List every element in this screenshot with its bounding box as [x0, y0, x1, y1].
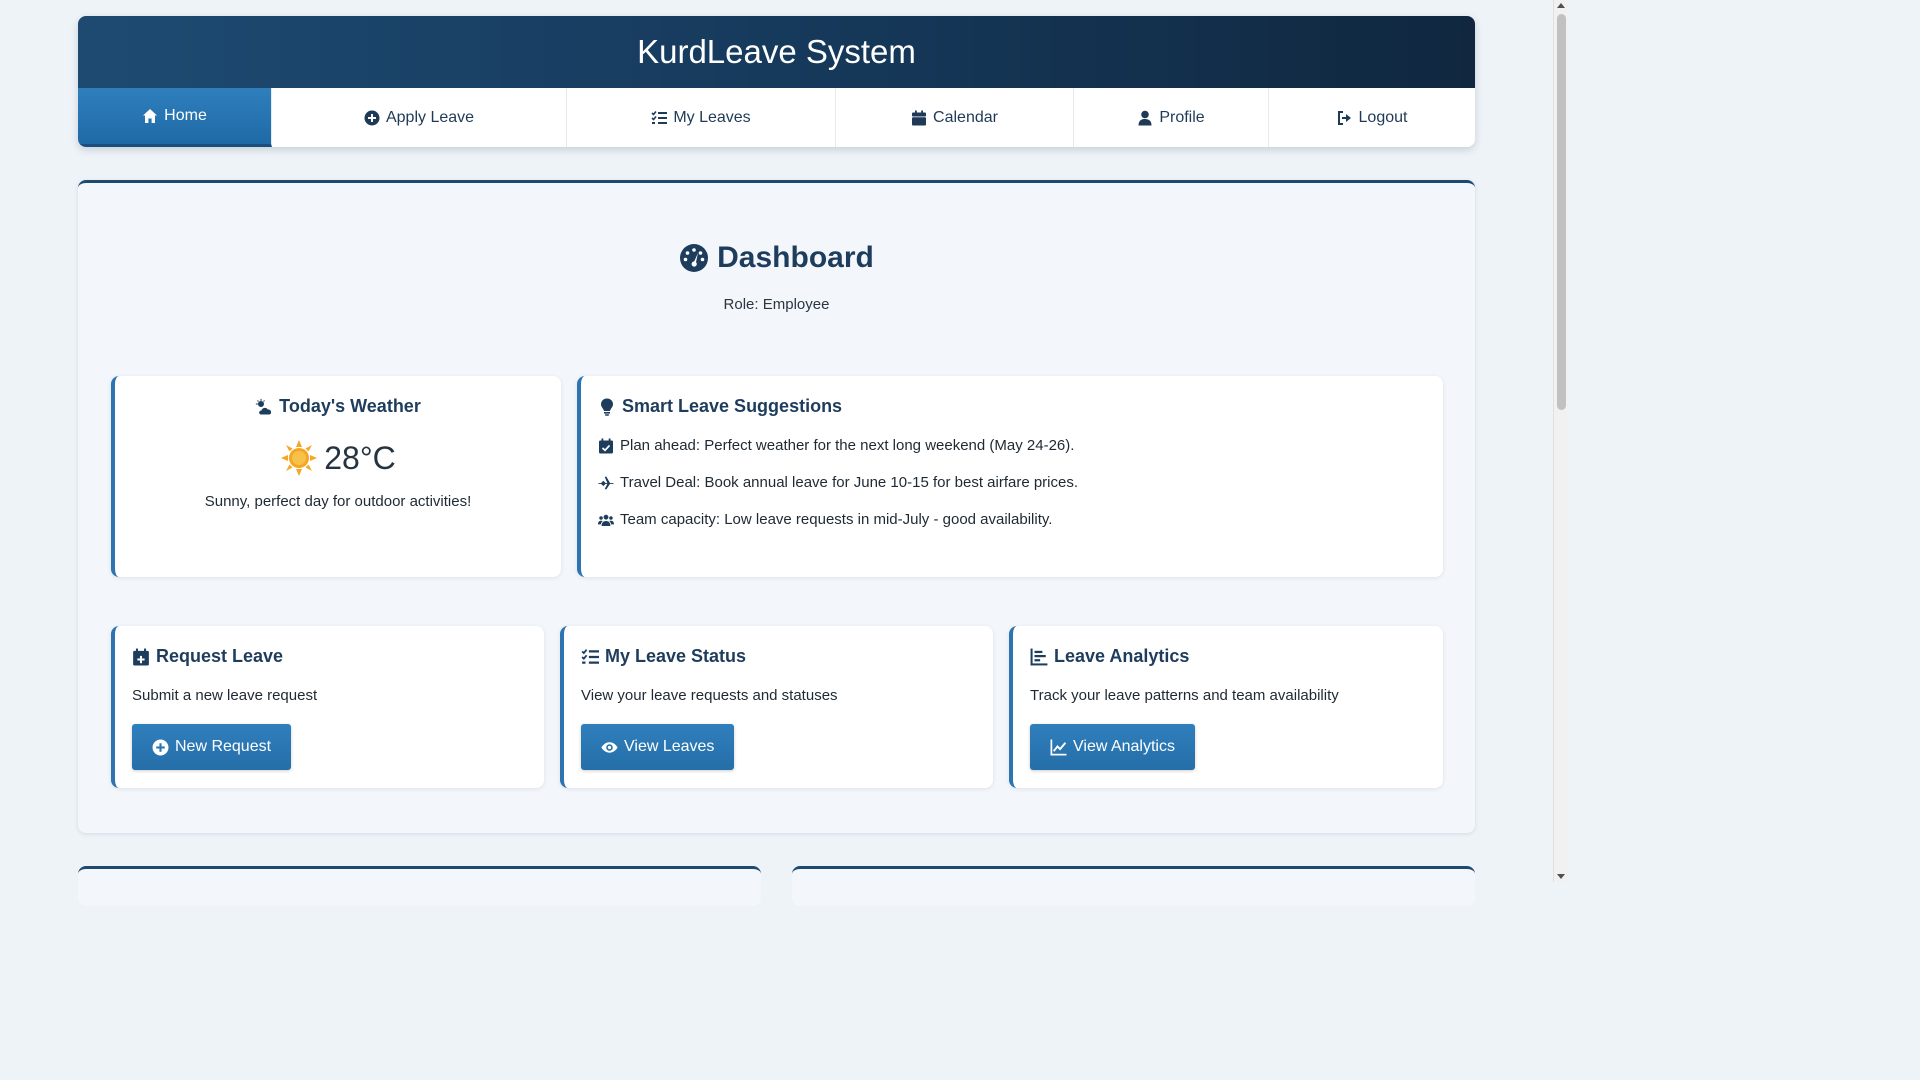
nav-apply-leave[interactable]: Apply Leave	[272, 88, 567, 147]
leave-status-title: My Leave Status	[581, 646, 993, 667]
user-role: Role: Employee	[723, 296, 830, 313]
temperature-value: 28°C	[324, 439, 396, 476]
temperature-row: 28°C	[115, 439, 561, 477]
sun-icon	[281, 440, 318, 476]
leave-status-description: View your leave requests and statuses	[581, 687, 838, 704]
leave-analytics-card: Leave Analytics Track your leave pattern…	[1009, 626, 1443, 788]
suggestion-item: Team capacity: Low leave requests in mid…	[598, 511, 1443, 528]
scrollbar-thumb[interactable]	[1557, 14, 1566, 410]
chart-line-icon	[1050, 739, 1067, 755]
suggestion-text: Team capacity: Low leave requests in mid…	[620, 511, 1053, 528]
plane-icon	[598, 476, 614, 489]
weather-title-text: Today's Weather	[279, 396, 421, 416]
calendar-plus-icon	[133, 648, 149, 665]
eye-icon	[601, 741, 618, 753]
cloud-sun-icon	[255, 398, 272, 414]
page-title: Dashboard	[78, 241, 1475, 275]
list-check-icon	[651, 110, 668, 124]
suggestion-text: Travel Deal: Book annual leave for June …	[620, 474, 1079, 491]
page-title-text: Dashboard	[717, 241, 874, 274]
leave-analytics-description: Track your leave patterns and team avail…	[1030, 687, 1339, 704]
chart-bar-icon	[1030, 648, 1048, 665]
nav-my-leaves[interactable]: My Leaves	[567, 88, 836, 147]
suggestions-card: Smart Leave Suggestions Plan ahead: Perf…	[577, 376, 1443, 577]
logout-icon	[1337, 110, 1351, 125]
nav-profile[interactable]: Profile	[1074, 88, 1269, 147]
dashboard-panel: Dashboard Role: Employee Today's Weather	[78, 180, 1475, 833]
vertical-scrollbar[interactable]	[1553, 0, 1568, 882]
bottom-panel-left	[78, 866, 761, 906]
gauge-icon	[680, 244, 709, 272]
suggestion-item: Travel Deal: Book annual leave for June …	[598, 474, 1443, 491]
nav-profile-label: Profile	[1159, 108, 1205, 126]
request-leave-title: Request Leave	[132, 646, 544, 667]
nav-logout[interactable]: Logout	[1269, 88, 1475, 147]
home-icon	[143, 109, 158, 123]
lightbulb-icon	[601, 398, 613, 416]
request-leave-description: Submit a new leave request	[132, 687, 318, 704]
nav-calendar[interactable]: Calendar	[836, 88, 1074, 147]
scroll-down-arrow[interactable]	[1557, 874, 1565, 879]
app-title: KurdLeave System	[78, 16, 1475, 88]
user-icon	[1138, 110, 1152, 125]
nav-apply-leave-label: Apply Leave	[385, 108, 475, 126]
suggestion-text: Plan ahead: Perfect weather for the next…	[620, 437, 1075, 454]
plus-circle-icon	[152, 739, 169, 755]
nav-my-leaves-label: My Leaves	[673, 108, 751, 126]
calendar-icon	[912, 110, 927, 125]
leave-analytics-title-text: Leave Analytics	[1054, 646, 1190, 666]
view-leaves-label: View Leaves	[624, 738, 715, 755]
users-icon	[598, 514, 614, 526]
view-leaves-button[interactable]: View Leaves	[581, 724, 735, 770]
view-analytics-label: View Analytics	[1073, 738, 1175, 755]
weather-card: Today's Weather 28°C Sunny, perfect day …	[111, 376, 561, 577]
nav-calendar-label: Calendar	[933, 108, 998, 126]
new-request-button[interactable]: New Request	[132, 724, 292, 770]
bottom-panel-right	[792, 866, 1475, 906]
nav-home-label: Home	[164, 107, 207, 124]
leave-status-card: My Leave Status View your leave requests…	[560, 626, 993, 788]
list-check-icon	[581, 648, 599, 664]
scroll-up-arrow[interactable]	[1557, 3, 1565, 8]
request-leave-card: Request Leave Submit a new leave request…	[111, 626, 544, 788]
suggestions-title: Smart Leave Suggestions	[598, 396, 1443, 417]
weather-title: Today's Weather	[115, 396, 561, 417]
leave-status-title-text: My Leave Status	[605, 646, 747, 666]
plus-circle-icon	[364, 110, 380, 125]
view-analytics-button[interactable]: View Analytics	[1030, 724, 1195, 770]
new-request-label: New Request	[175, 738, 272, 755]
nav-home[interactable]: Home	[78, 88, 272, 147]
suggestion-item: Plan ahead: Perfect weather for the next…	[598, 437, 1443, 454]
leave-analytics-title: Leave Analytics	[1030, 646, 1443, 667]
main-nav: Home Apply Leave My Leaves Calendar Prof…	[78, 88, 1475, 147]
weather-description: Sunny, perfect day for outdoor activitie…	[204, 493, 472, 510]
app-header: KurdLeave System Home Apply Leave My Lea…	[78, 16, 1475, 147]
request-leave-title-text: Request Leave	[156, 646, 284, 666]
suggestions-title-text: Smart Leave Suggestions	[622, 396, 843, 416]
nav-logout-label: Logout	[1358, 108, 1408, 126]
calendar-check-icon	[599, 438, 613, 453]
